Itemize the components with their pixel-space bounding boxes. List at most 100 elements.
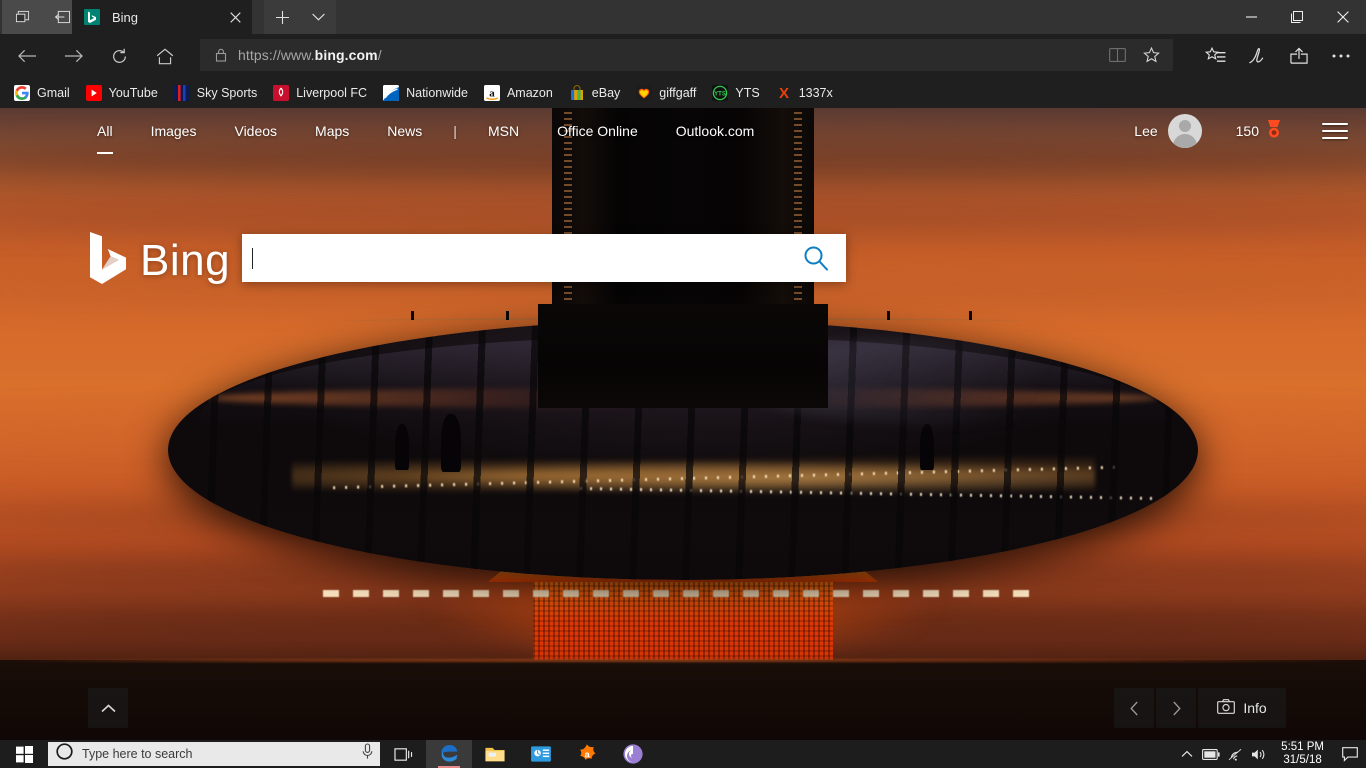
- bing-nav-separator: |: [453, 123, 457, 139]
- favorite-label: giffgaff: [659, 86, 697, 100]
- bing-nav-videos[interactable]: Videos: [215, 117, 296, 145]
- taskbar-app-microsoft-store[interactable]: [518, 740, 564, 768]
- task-view-icon[interactable]: [380, 740, 426, 768]
- refresh-icon[interactable]: [96, 34, 142, 78]
- close-window-button[interactable]: [1320, 0, 1366, 34]
- microphone-icon[interactable]: [361, 743, 374, 765]
- youtube-icon: [85, 85, 102, 101]
- bing-nav-office-online[interactable]: Office Online: [538, 117, 657, 145]
- text-caret: [252, 247, 253, 269]
- maximize-button[interactable]: [1274, 0, 1320, 34]
- action-center-icon[interactable]: [1334, 740, 1366, 768]
- favorite-ebay[interactable]: eBay: [561, 81, 629, 105]
- bing-logo-mark: [86, 230, 130, 291]
- svg-text:YTS: YTS: [715, 92, 727, 98]
- favorite-label: Sky Sports: [196, 86, 258, 100]
- user-account[interactable]: Lee: [1134, 114, 1202, 148]
- favorite-label: YouTube: [108, 86, 158, 100]
- bing-nav-msn[interactable]: MSN: [469, 117, 538, 145]
- new-tab-button[interactable]: [264, 0, 300, 34]
- url-prefix: https://www.: [238, 47, 315, 63]
- tab-dropdown-button[interactable]: [300, 0, 336, 34]
- search-input[interactable]: [242, 234, 786, 282]
- favorite-label: eBay: [591, 86, 621, 100]
- bing-nav-news[interactable]: News: [368, 117, 441, 145]
- favorite-label: YTS: [735, 86, 760, 100]
- rewards-indicator[interactable]: 150: [1236, 119, 1282, 144]
- window-controls: [1228, 0, 1366, 34]
- speaker-volume-icon[interactable]: [1247, 740, 1271, 768]
- clock-time: 5:51 PM: [1281, 741, 1324, 753]
- windows-start-icon[interactable]: [0, 740, 48, 768]
- favorite-gmail[interactable]: Gmail: [6, 81, 78, 105]
- hamburger-icon[interactable]: [1322, 123, 1348, 139]
- home-icon[interactable]: [142, 34, 188, 78]
- bing-nav-outlook[interactable]: Outlook.com: [657, 117, 774, 145]
- more-options-icon[interactable]: [1320, 34, 1362, 78]
- taskbar-search-box[interactable]: Type here to search: [48, 742, 380, 766]
- back-arrow-icon[interactable]: [4, 34, 50, 78]
- image-info-button[interactable]: Info: [1198, 688, 1286, 728]
- forward-arrow-icon[interactable]: [50, 34, 96, 78]
- passenger-silhouette: [919, 424, 934, 470]
- url-suffix: /: [377, 47, 382, 63]
- address-bar-actions: [1103, 41, 1165, 69]
- favorite-yts[interactable]: YTS YTS: [704, 81, 767, 105]
- minimize-button[interactable]: [1228, 0, 1274, 34]
- tab-preview-icon[interactable]: [2, 0, 42, 34]
- tower-base-beam: [323, 590, 1043, 597]
- close-tab-icon[interactable]: [224, 6, 246, 28]
- taskbar-app-bittorrent[interactable]: [610, 740, 656, 768]
- favorite-label: 1337x: [798, 86, 833, 100]
- bing-nav-images[interactable]: Images: [132, 117, 216, 145]
- skysports-icon: [173, 85, 190, 101]
- system-tray: 5:51 PM 31/5/18: [1175, 740, 1366, 768]
- make-a-note-icon[interactable]: [1236, 34, 1278, 78]
- favorite-1337x[interactable]: X 1337x: [768, 81, 841, 105]
- bing-nav-all[interactable]: All: [78, 117, 132, 154]
- previous-image-button[interactable]: [1114, 688, 1154, 728]
- windows-taskbar: Type here to search a 5:51 PM 31/5/18: [0, 740, 1366, 768]
- tab-title: Bing: [112, 9, 139, 25]
- liverpool-icon: [273, 85, 290, 101]
- taskbar-app-file-explorer[interactable]: [472, 740, 518, 768]
- wifi-icon[interactable]: [1223, 740, 1247, 768]
- address-bar[interactable]: https://www.bing.com/: [200, 39, 1173, 71]
- reading-view-icon[interactable]: [1103, 41, 1131, 69]
- hub-favorites-icon[interactable]: [1194, 34, 1236, 78]
- show-hidden-icons-chevron-up-icon[interactable]: [1175, 740, 1199, 768]
- bing-homepage: All Images Videos Maps News | MSN Office…: [0, 108, 1366, 740]
- browser-window: Bing https://www.bing.com/ Gmail YouTube…: [0, 0, 1366, 740]
- url-text: https://www.bing.com/: [238, 47, 1103, 63]
- favorite-amazon[interactable]: a Amazon: [476, 81, 561, 105]
- add-favorite-star-icon[interactable]: [1137, 41, 1165, 69]
- taskbar-app-microsoft-edge[interactable]: [426, 740, 472, 768]
- svg-text:X: X: [779, 85, 789, 101]
- title-bar: Bing: [0, 0, 1366, 34]
- favorite-sky-sports[interactable]: Sky Sports: [166, 81, 265, 105]
- cortana-circle-icon: [56, 743, 73, 765]
- avatar[interactable]: [1167, 114, 1202, 148]
- scroll-up-button[interactable]: [88, 688, 128, 728]
- bing-search-box[interactable]: [242, 234, 846, 282]
- passenger-silhouette: [440, 413, 461, 472]
- bing-logo-text: Bing: [140, 235, 231, 285]
- battery-icon[interactable]: [1199, 740, 1223, 768]
- favorite-nationwide[interactable]: Nationwide: [375, 81, 476, 105]
- next-image-button[interactable]: [1156, 688, 1196, 728]
- taskbar-app-avast-antivirus[interactable]: a: [564, 740, 610, 768]
- rewards-count: 150: [1235, 123, 1259, 139]
- favorite-youtube[interactable]: YouTube: [78, 81, 166, 105]
- bing-nav-maps[interactable]: Maps: [296, 117, 368, 145]
- svg-text:a: a: [489, 88, 495, 100]
- gmail-icon: [14, 85, 30, 101]
- share-icon[interactable]: [1278, 34, 1320, 78]
- favorite-label: Gmail: [37, 86, 70, 100]
- search-button[interactable]: [786, 234, 846, 282]
- favorite-label: Nationwide: [406, 86, 468, 100]
- browser-tab[interactable]: Bing: [72, 0, 252, 34]
- favorite-giffgaff[interactable]: giffgaff: [628, 81, 704, 105]
- favorite-liverpool-fc[interactable]: Liverpool FC: [265, 81, 375, 105]
- bing-logo[interactable]: Bing: [86, 230, 230, 291]
- taskbar-clock[interactable]: 5:51 PM 31/5/18: [1271, 741, 1334, 767]
